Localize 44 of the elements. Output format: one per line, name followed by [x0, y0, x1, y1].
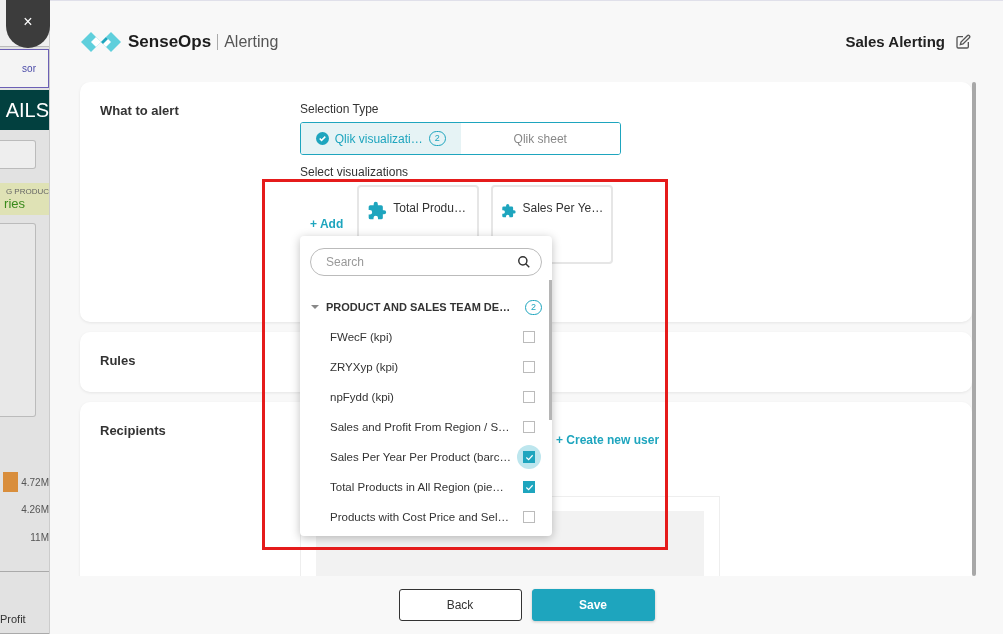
background-value: 4.26M: [21, 504, 49, 516]
section-title: What to alert: [100, 102, 180, 118]
background-value: 4.72M: [21, 476, 49, 488]
section-title: Recipients: [100, 422, 167, 438]
scrollbar[interactable]: [549, 280, 552, 420]
brand-name: SenseOps: [128, 31, 212, 52]
check-circle-icon: [315, 132, 329, 145]
section-title: Rules: [100, 352, 137, 368]
field-label: Selection Type: [300, 102, 379, 116]
search-icon: [517, 255, 531, 269]
scrollbar[interactable]: [972, 82, 976, 576]
visualization-title: Sales Per Ye…: [522, 201, 604, 215]
background-category-header: G PRODUC: [5, 186, 49, 196]
visualization-option[interactable]: FWecF (kpi): [310, 322, 542, 352]
back-button[interactable]: Back: [398, 589, 522, 621]
background-value: 11M: [30, 531, 49, 543]
visualization-option[interactable]: Total Products in All Region (pie…: [310, 472, 542, 502]
background-banner: AILS: [0, 90, 49, 130]
checkbox[interactable]: [523, 361, 535, 373]
background-label: Profit: [0, 613, 26, 625]
checkbox[interactable]: [523, 421, 535, 433]
visualization-option[interactable]: Sales and Profit From Region / S…: [310, 412, 542, 442]
close-button[interactable]: ×: [6, 0, 50, 48]
caret-icon[interactable]: [310, 302, 320, 312]
visualization-option[interactable]: npFydd (kpi): [310, 382, 542, 412]
alert-title: Sales Alerting: [845, 33, 945, 50]
bar: [3, 472, 19, 493]
checkbox[interactable]: [523, 331, 535, 343]
product-name: Alerting: [224, 32, 279, 51]
checkbox[interactable]: [523, 481, 535, 493]
edit-icon[interactable]: [955, 33, 971, 50]
group-title: PRODUCT AND SALES TEAM DE…: [326, 301, 512, 313]
checkbox[interactable]: [523, 511, 535, 523]
search-field[interactable]: Search: [310, 248, 542, 276]
visualization-title: Total Produ…: [393, 201, 466, 215]
visualization-option[interactable]: ZRYXyp (kpi): [310, 352, 542, 382]
logo-icon: [80, 30, 122, 53]
checkbox[interactable]: [523, 391, 535, 403]
field-label: Select visualizations: [300, 165, 409, 179]
visualization-option[interactable]: Sales Per Year Per Product (barc…: [310, 442, 542, 472]
puzzle-icon: [367, 201, 388, 221]
checkbox[interactable]: [523, 451, 535, 463]
visualization-option[interactable]: Products with Cost Price and Sel…: [310, 502, 542, 532]
background-category: ries: [4, 195, 26, 211]
